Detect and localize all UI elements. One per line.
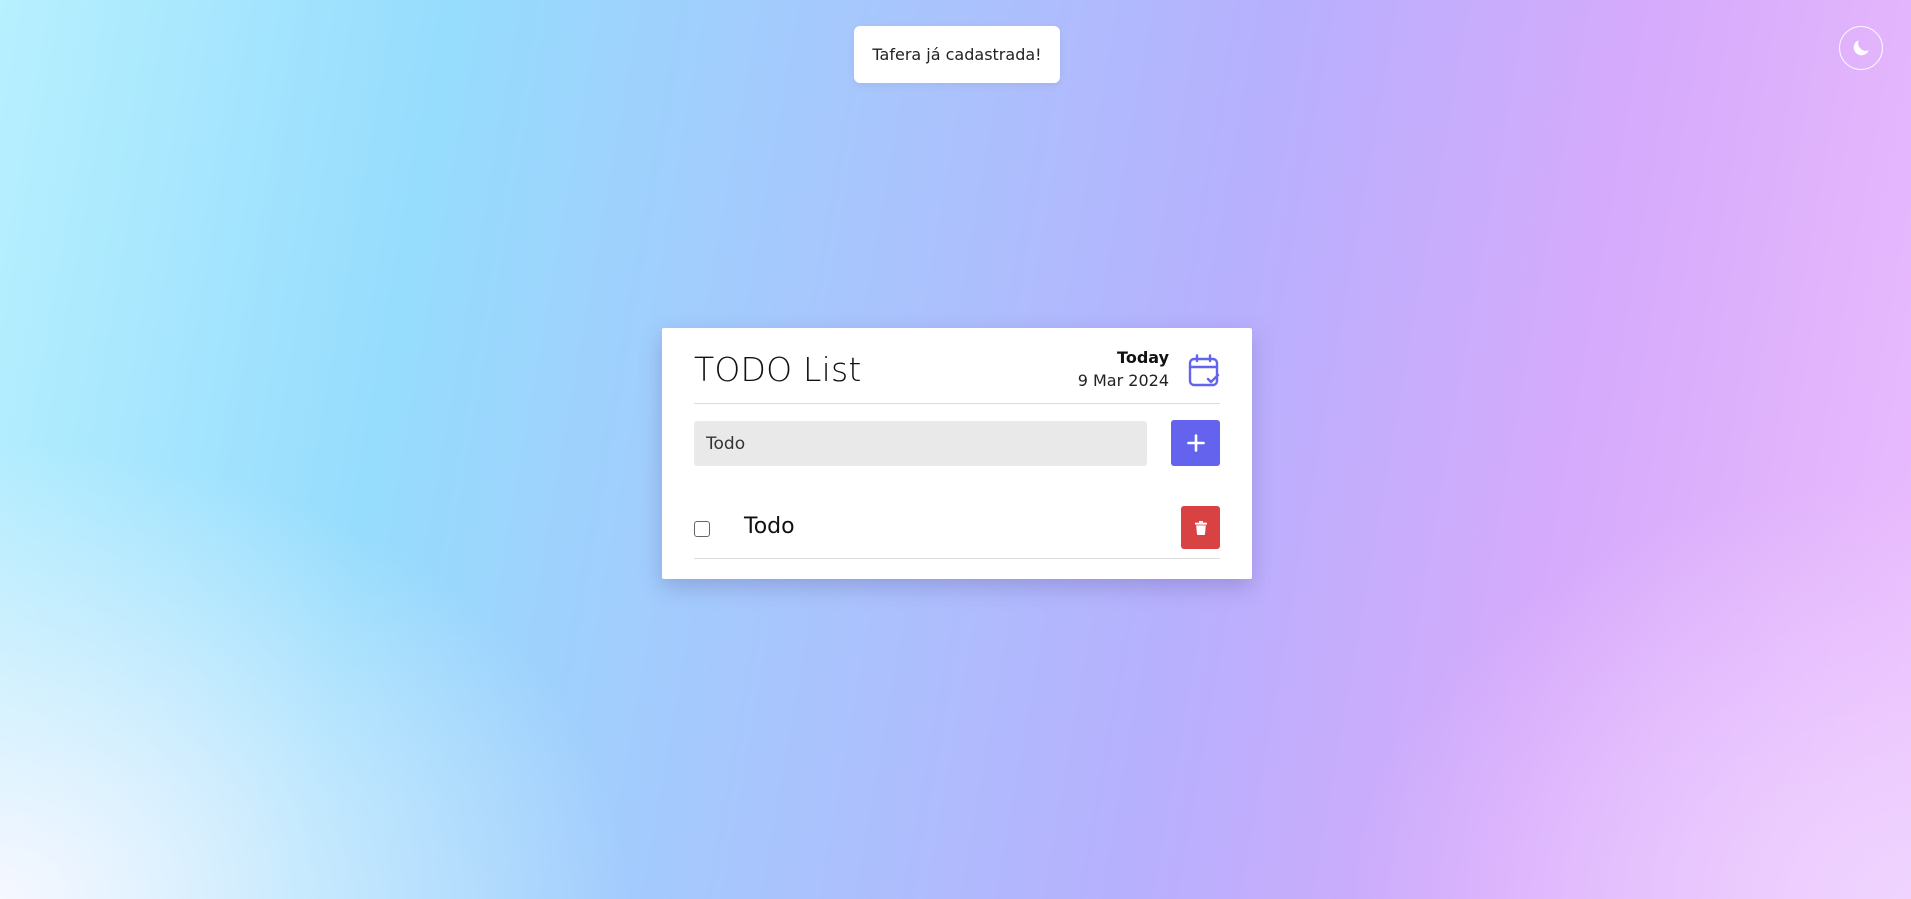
trash-icon xyxy=(1194,520,1207,535)
todo-text: Todo xyxy=(744,514,795,539)
plus-icon xyxy=(1186,434,1205,452)
date-value: 9 Mar 2024 xyxy=(1077,371,1169,390)
add-todo-button[interactable] xyxy=(1171,420,1220,466)
date-block: Today 9 Mar 2024 xyxy=(1078,348,1169,394)
theme-toggle-button[interactable] xyxy=(1839,26,1883,70)
todo-input[interactable] xyxy=(694,421,1147,466)
page-title: TODO List xyxy=(694,350,862,389)
todo-list-item: Todo xyxy=(694,506,1220,559)
todo-card: TODO List Today 9 Mar 2024 Todo xyxy=(662,328,1252,579)
moon-icon xyxy=(1853,40,1869,56)
delete-todo-button[interactable] xyxy=(1181,506,1220,549)
date-label: Today xyxy=(1117,348,1169,367)
toast-notification: Tafera já cadastrada! xyxy=(854,26,1060,83)
todo-checkbox[interactable] xyxy=(694,521,710,537)
toast-message: Tafera já cadastrada! xyxy=(872,45,1042,64)
card-header: TODO List Today 9 Mar 2024 xyxy=(694,328,1220,404)
calendar-check-icon xyxy=(1188,354,1220,387)
